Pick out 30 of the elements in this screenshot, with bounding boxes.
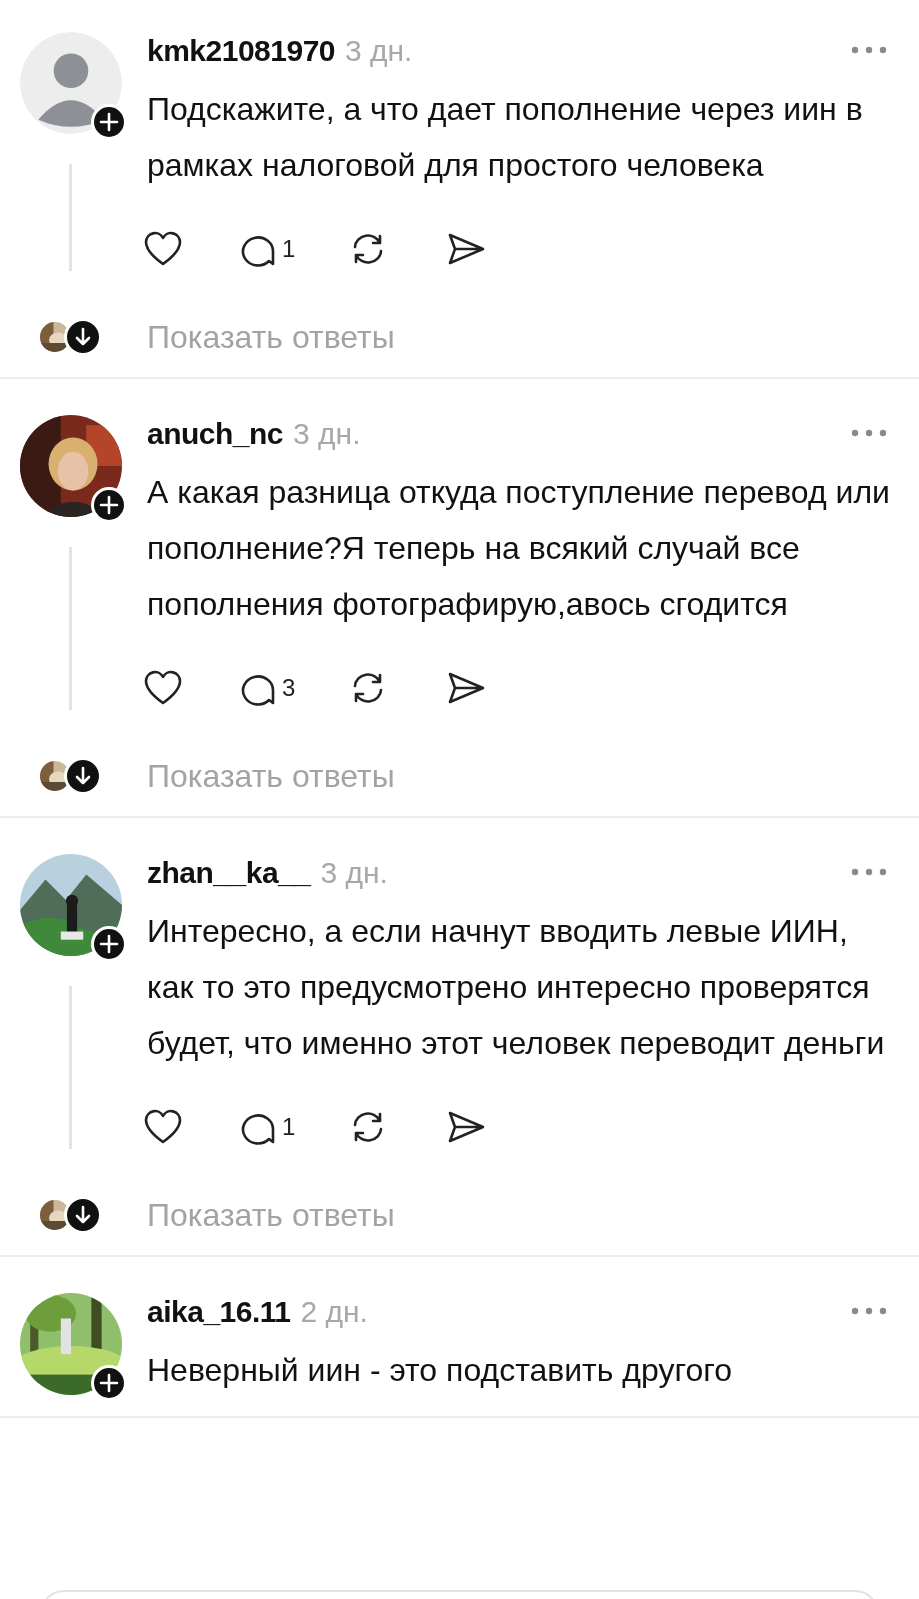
follow-icon[interactable]: [91, 104, 127, 140]
username[interactable]: zhan__ka__: [147, 849, 311, 895]
comment-text: Неверный иин - это подставить другого: [147, 1351, 733, 1390]
expand-replies-icon[interactable]: [64, 1196, 102, 1234]
follow-icon[interactable]: [91, 1365, 127, 1401]
like-button[interactable]: [143, 669, 183, 707]
like-button[interactable]: [143, 1108, 183, 1146]
username[interactable]: kmk21081970: [147, 27, 336, 73]
comment-text: А какая разница откуда поступление перевод или пополнение?Я теперь на всякий случай все пополнения фотографирую,авось сгодится: [147, 473, 891, 624]
comment-button[interactable]: 1: [239, 1108, 296, 1146]
username[interactable]: aika_16.11: [147, 1288, 291, 1334]
comment-time: 3 дн.: [320, 854, 388, 891]
follow-icon[interactable]: [91, 926, 127, 962]
username[interactable]: anuch_nc: [147, 410, 284, 456]
more-icon[interactable]: [849, 428, 889, 438]
expand-replies-icon[interactable]: [64, 757, 102, 795]
more-icon[interactable]: [849, 1306, 889, 1316]
comment-text: Подскажите, а что дает пополнение через иин в рамках налоговой для простого человека: [147, 90, 864, 185]
expand-replies-icon[interactable]: [64, 318, 102, 356]
comment-button[interactable]: 3: [239, 669, 296, 707]
comment-time: 3 дн.: [293, 415, 361, 452]
comment-text: Интересно, а если начнут вводить левые ИИН, как то это предусмотрено интересно проверятся будет, что именно этот человек переводит деньги: [147, 912, 886, 1063]
follow-icon[interactable]: [91, 487, 127, 523]
comment-time: 3 дн.: [345, 32, 413, 69]
more-icon[interactable]: [849, 45, 889, 55]
like-button[interactable]: [143, 230, 183, 268]
comment-time: 2 дн.: [300, 1293, 368, 1330]
more-icon[interactable]: [849, 867, 889, 877]
comment-button[interactable]: 1: [239, 230, 296, 268]
user-avatar-icon[interactable]: [20, 32, 122, 134]
